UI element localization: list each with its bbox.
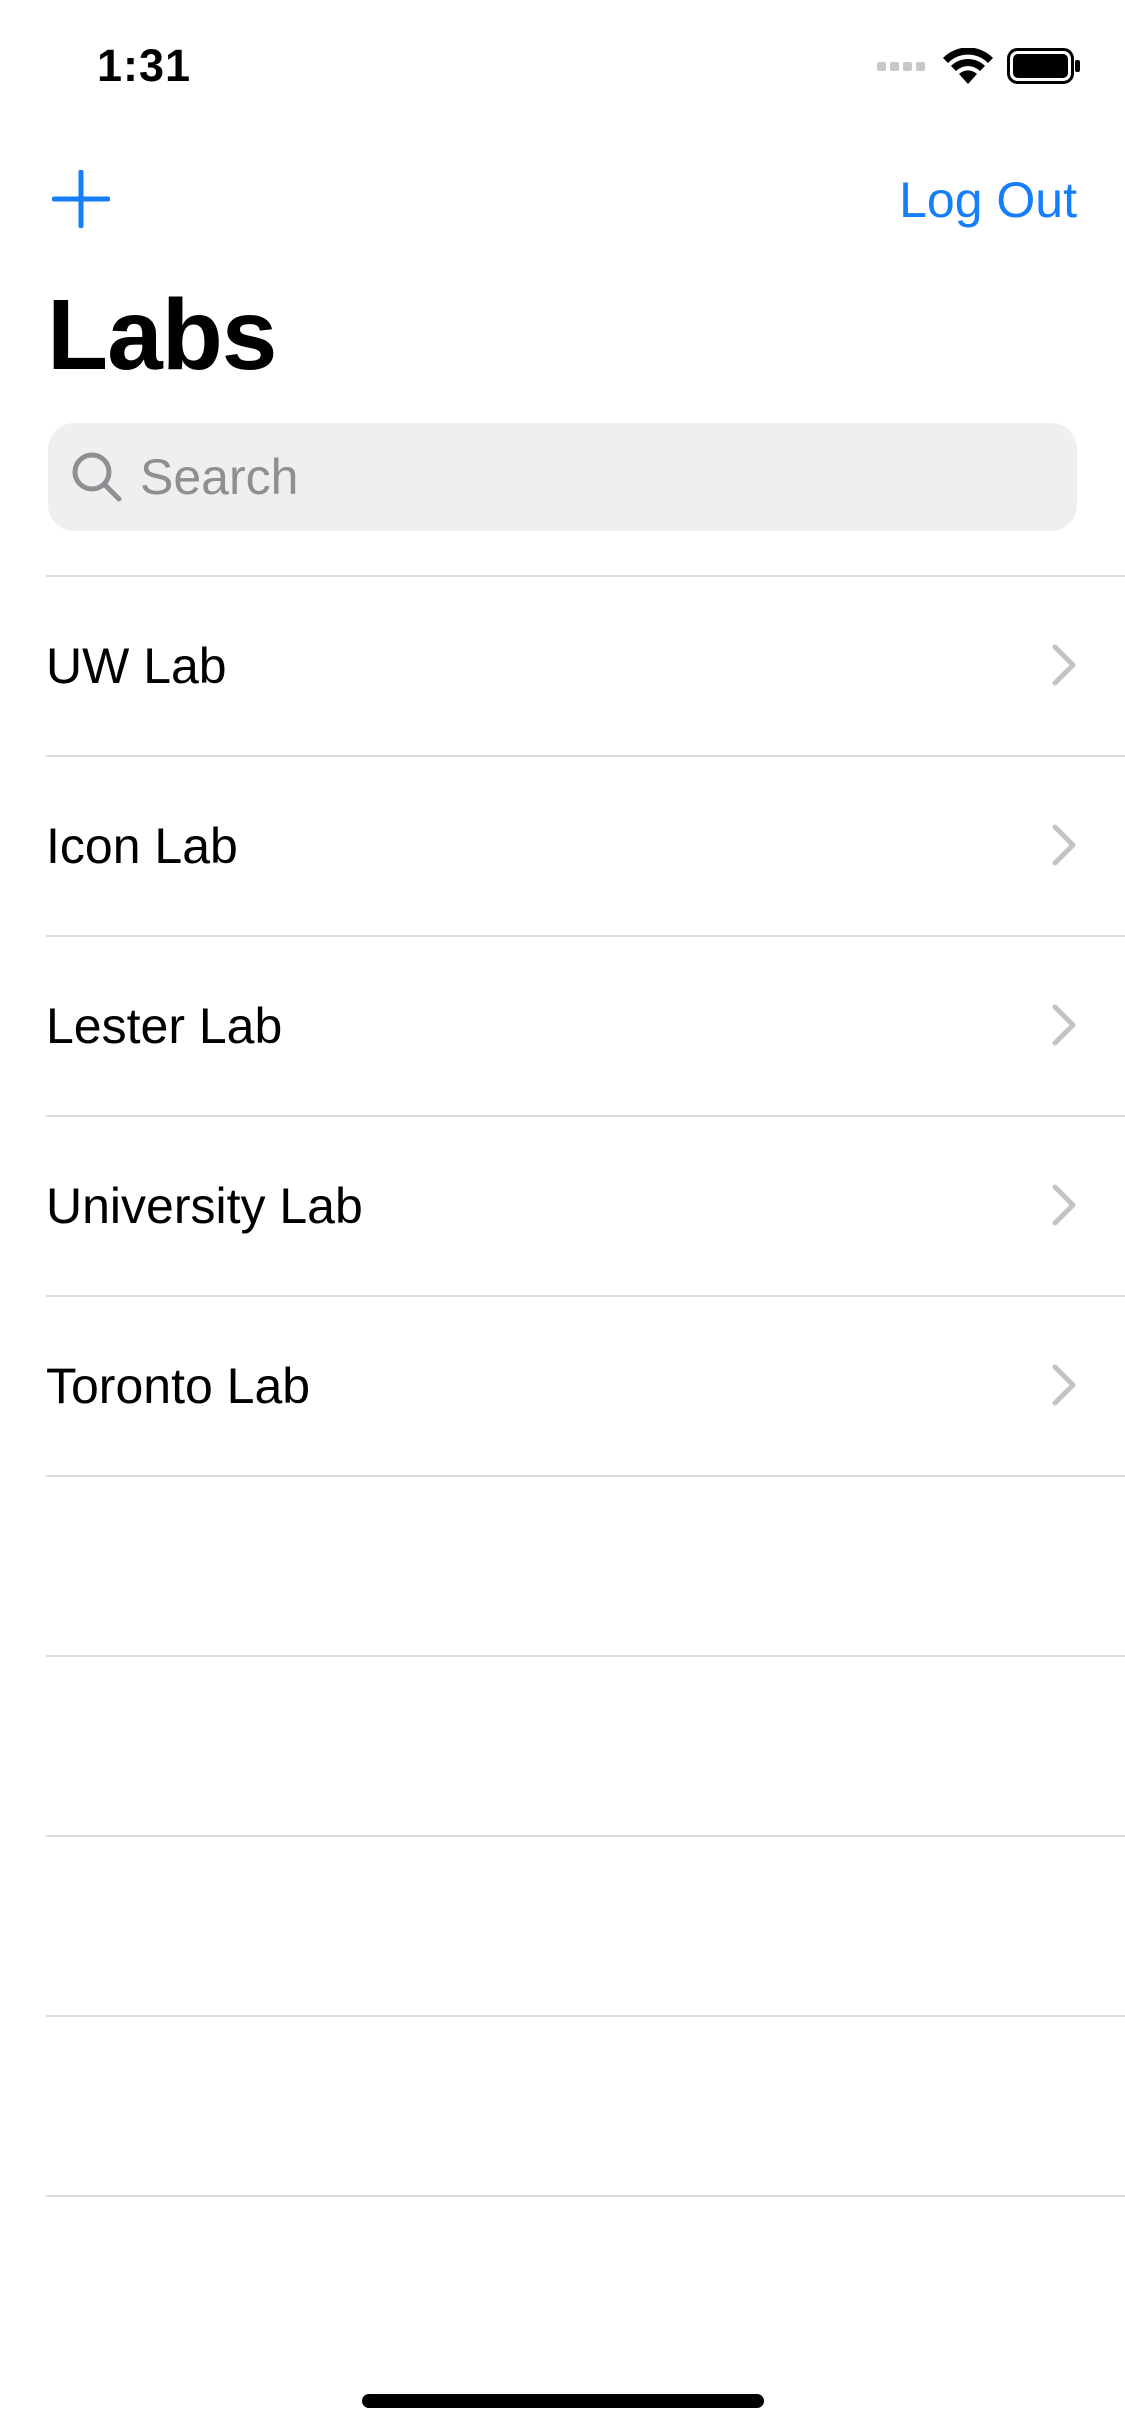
labs-table: UW Lab Icon Lab Lester Lab University La… xyxy=(0,575,1125,2197)
table-row[interactable]: UW Lab xyxy=(46,575,1125,755)
status-time: 1:31 xyxy=(97,40,192,91)
chevron-right-icon xyxy=(1052,1184,1076,1226)
chevron-right-icon xyxy=(1052,644,1076,686)
chevron-right-icon xyxy=(1052,1004,1076,1046)
empty-table-row xyxy=(46,1655,1125,1835)
empty-table-row xyxy=(46,2015,1125,2195)
table-row[interactable]: Toronto Lab xyxy=(46,1295,1125,1475)
status-bar: 1:31 xyxy=(0,0,1125,132)
lab-row-label: University Lab xyxy=(46,1178,363,1234)
lab-row-label: Icon Lab xyxy=(46,818,238,874)
page-title: Labs xyxy=(47,279,277,391)
lab-row-label: Lester Lab xyxy=(46,998,283,1054)
empty-table-row xyxy=(46,1835,1125,2015)
search-icon xyxy=(72,452,122,502)
add-lab-button[interactable] xyxy=(51,169,111,229)
search-field[interactable] xyxy=(48,423,1077,531)
empty-table-row xyxy=(46,2195,1125,2197)
empty-table-row xyxy=(46,1475,1125,1655)
plus-icon xyxy=(51,169,111,229)
chevron-right-icon xyxy=(1052,824,1076,866)
table-row[interactable]: University Lab xyxy=(46,1115,1125,1295)
lab-row-label: UW Lab xyxy=(46,638,227,694)
search-input[interactable] xyxy=(138,447,1022,507)
table-row[interactable]: Icon Lab xyxy=(46,755,1125,935)
home-indicator[interactable] xyxy=(362,2394,764,2408)
lab-row-label: Toronto Lab xyxy=(46,1358,311,1414)
cellular-signal-icon xyxy=(877,61,929,71)
wifi-icon xyxy=(943,48,993,84)
battery-icon xyxy=(1007,48,1080,84)
table-row[interactable]: Lester Lab xyxy=(46,935,1125,1115)
status-icons xyxy=(877,48,1081,84)
logout-button[interactable]: Log Out xyxy=(899,170,1077,230)
chevron-right-icon xyxy=(1052,1364,1076,1406)
